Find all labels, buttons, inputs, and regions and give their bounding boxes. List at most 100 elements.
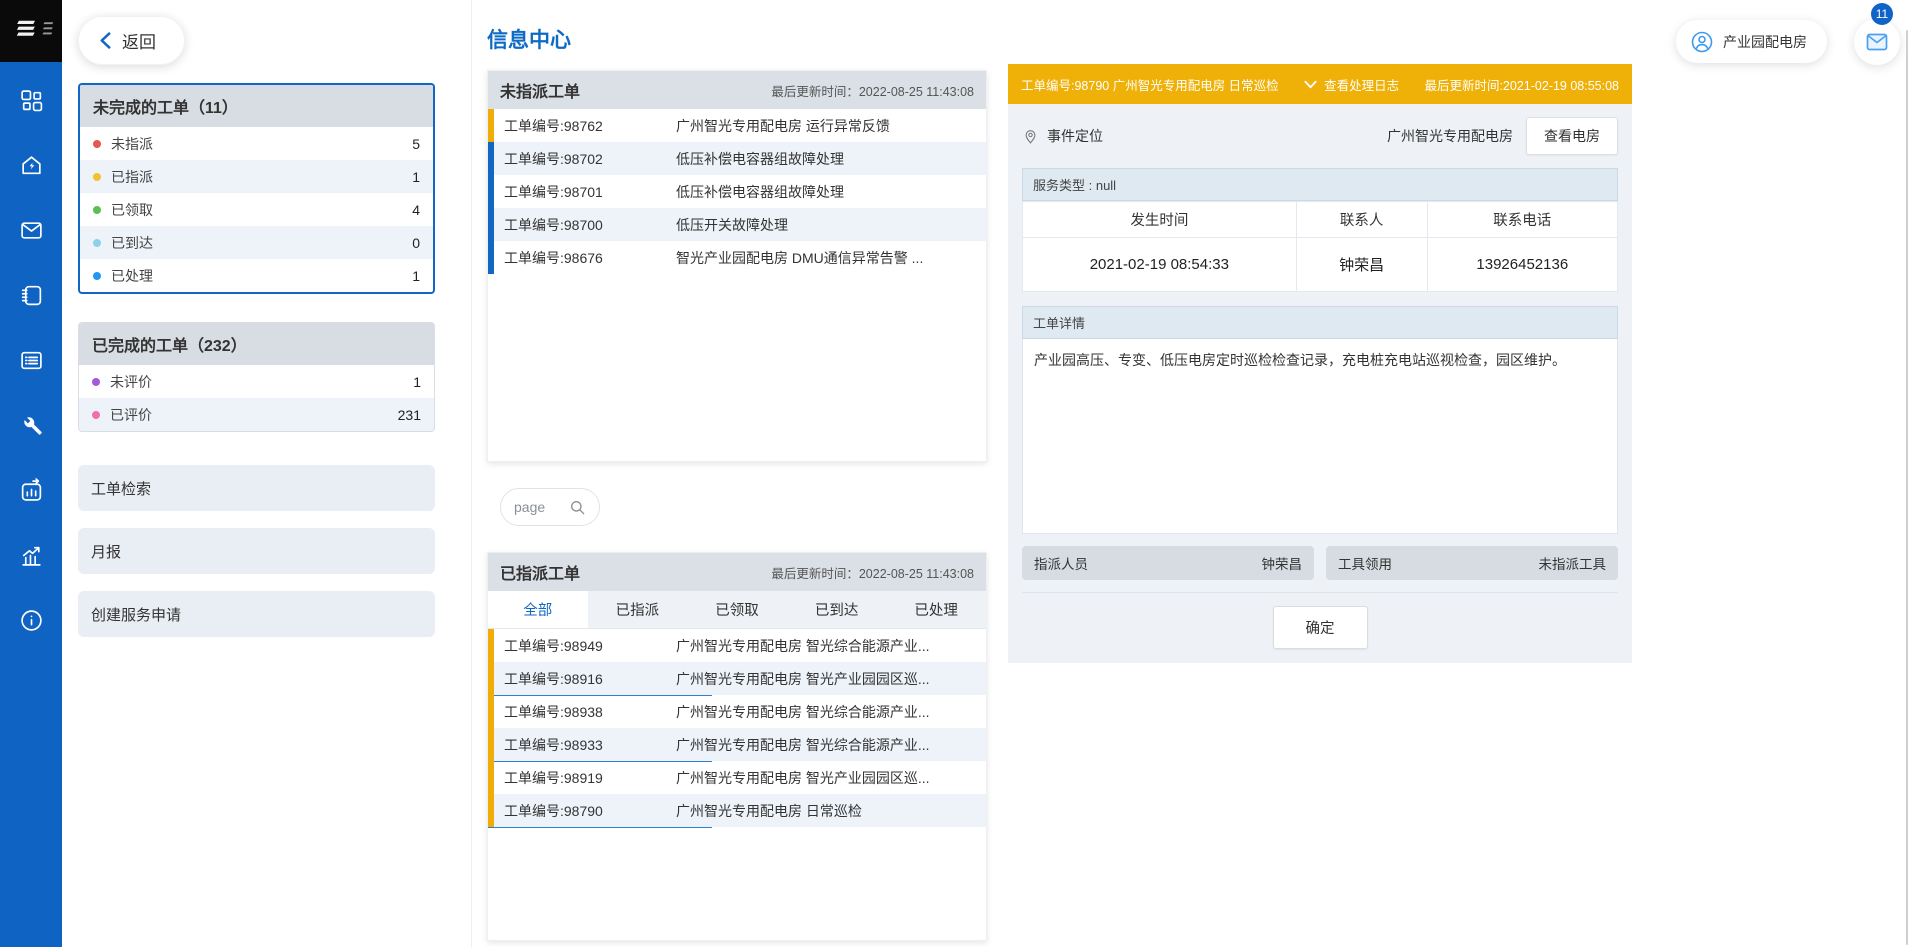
order-number: 工单编号:98701 xyxy=(504,182,676,202)
work-order-row[interactable]: 工单编号:98701 低压补偿电容器组故障处理 xyxy=(488,175,986,208)
order-description: 广州智光专用配电房 运行异常反馈 xyxy=(676,116,980,136)
finished-orders-list: 未评价 1 已评价 231 xyxy=(79,365,434,431)
priority-bar xyxy=(488,695,494,728)
unassigned-panel-header: 未指派工单 最后更新时间：2022-08-25 11:43:08 xyxy=(488,71,986,109)
order-description: 智光产业园配电房 DMU通信异常告警 ... xyxy=(676,248,980,268)
column-header-phone: 联系电话 xyxy=(1427,202,1617,238)
monthly-report-button[interactable]: 月报 xyxy=(78,528,435,574)
report-chart-icon[interactable] xyxy=(19,478,44,508)
event-location-label: 事件定位 xyxy=(1047,126,1103,146)
updated-value: 2022-08-25 11:43:08 xyxy=(859,85,974,99)
back-button[interactable]: 返回 xyxy=(78,16,185,65)
tab-processed[interactable]: 已处理 xyxy=(886,591,986,628)
order-number: 工单编号:98762 xyxy=(504,116,676,136)
tab-arrived[interactable]: 已到达 xyxy=(787,591,887,628)
envelope-icon xyxy=(1865,30,1889,54)
stat-row-arrived[interactable]: 已到达 0 xyxy=(80,226,433,259)
tools-pill: 工具领用 未指派工具 xyxy=(1326,546,1618,580)
tab-all[interactable]: 全部 xyxy=(488,591,588,628)
log-link-label: 查看处理日志 xyxy=(1324,75,1399,94)
column-header-contact: 联系人 xyxy=(1296,202,1427,238)
order-search-button[interactable]: 工单检索 xyxy=(78,465,435,511)
contact-phone-value: 13926452136 xyxy=(1427,238,1617,292)
stat-row-assigned[interactable]: 已指派 1 xyxy=(80,160,433,193)
order-detail-header: 工单编号:98790 广州智光专用配电房 日常巡检 查看处理日志 最后更新时间:… xyxy=(1008,64,1632,104)
unread-count-badge: 11 xyxy=(1871,3,1893,25)
work-order-row[interactable]: 工单编号:98762 广州智光专用配电房 运行异常反馈 xyxy=(488,109,986,142)
order-description: 广州智光专用配电房 智光综合能源产业... xyxy=(676,636,980,656)
confirm-row: 确定 xyxy=(1022,592,1618,649)
order-description: 广州智光专用配电房 智光综合能源产业... xyxy=(676,702,980,722)
event-location-value: 广州智光专用配电房 xyxy=(1387,126,1513,146)
status-dot xyxy=(93,239,101,247)
updated-label: 最后更新时间： xyxy=(771,567,859,581)
messages-button[interactable] xyxy=(1854,19,1900,65)
status-dot xyxy=(92,378,100,386)
order-description: 低压补偿电容器组故障处理 xyxy=(676,149,980,169)
tab-assigned[interactable]: 已指派 xyxy=(588,591,688,628)
confirm-button[interactable]: 确定 xyxy=(1273,606,1368,649)
action-label: 工单检索 xyxy=(91,478,151,499)
work-order-row[interactable]: 工单编号:98938 广州智光专用配电房 智光综合能源产业... xyxy=(488,695,986,728)
page-title: 信息中心 xyxy=(487,24,988,54)
assigned-panel-title: 已指派工单 xyxy=(500,560,580,584)
search-placeholder: page xyxy=(514,499,545,515)
home-energy-icon[interactable] xyxy=(19,153,44,183)
assigned-orders-list: 工单编号:98949 广州智光专用配电房 智光综合能源产业... 工单编号:98… xyxy=(488,629,986,940)
task-list-icon[interactable] xyxy=(19,348,44,378)
stat-row-unassigned[interactable]: 未指派 5 xyxy=(80,127,433,160)
stat-label: 已领取 xyxy=(111,200,153,220)
stat-count: 1 xyxy=(412,268,420,284)
location-pin-icon xyxy=(1022,128,1039,145)
order-description: 广州智光专用配电房 智光综合能源产业... xyxy=(676,735,980,755)
stat-row-claimed[interactable]: 已领取 4 xyxy=(80,193,433,226)
contact-name-value: 钟荣昌 xyxy=(1296,238,1427,292)
info-icon[interactable] xyxy=(19,608,44,638)
vertical-scrollbar[interactable] xyxy=(1906,30,1908,945)
order-description: 低压开关故障处理 xyxy=(676,215,980,235)
order-detail-body: 事件定位 广州智光专用配电房 查看电房 服务类型 : null 发生时间 联系人… xyxy=(1008,104,1632,663)
work-order-row-selected[interactable]: 工单编号:98790 广州智光专用配电房 日常巡检 xyxy=(488,794,986,827)
order-number: 工单编号:98702 xyxy=(504,149,676,169)
stat-label: 已到达 xyxy=(111,233,153,253)
assignment-info-row: 指派人员 钟荣昌 工具领用 未指派工具 xyxy=(1022,546,1618,580)
zhiguang-logo-icon xyxy=(9,9,53,53)
status-dot xyxy=(93,206,101,214)
work-order-row[interactable]: 工单编号:98676 智光产业园配电房 DMU通信异常告警 ... xyxy=(488,241,986,274)
stat-label: 已评价 xyxy=(110,405,152,425)
unassigned-orders-panel: 未指派工单 最后更新时间：2022-08-25 11:43:08 工单编号:98… xyxy=(487,70,987,462)
back-button-label: 返回 xyxy=(122,28,156,53)
stat-row-unrated[interactable]: 未评价 1 xyxy=(79,365,434,398)
priority-bar xyxy=(488,662,494,695)
work-order-row[interactable]: 工单编号:98702 低压补偿电容器组故障处理 xyxy=(488,142,986,175)
work-order-row[interactable]: 工单编号:98916 广州智光专用配电房 智光产业园园区巡... xyxy=(488,662,986,695)
work-order-row[interactable]: 工单编号:98700 低压开关故障处理 xyxy=(488,208,986,241)
work-order-row[interactable]: 工单编号:98933 广州智光专用配电房 智光综合能源产业... xyxy=(488,728,986,761)
left-sidebar-panel: 返回 未完成的工单（11） 未指派 5 已指派 1 已领取 4 已到达 xyxy=(62,0,472,947)
user-account-button[interactable]: 产业园配电房 xyxy=(1676,20,1827,63)
work-order-row[interactable]: 工单编号:98949 广州智光专用配电房 智光综合能源产业... xyxy=(488,629,986,662)
apps-icon[interactable] xyxy=(19,88,44,118)
stat-row-rated[interactable]: 已评价 231 xyxy=(79,398,434,431)
stat-count: 4 xyxy=(412,202,420,218)
assigned-orders-panel: 已指派工单 最后更新时间：2022-08-25 11:43:08 全部 已指派 … xyxy=(487,552,987,941)
stat-row-processed[interactable]: 已处理 1 xyxy=(80,259,433,292)
notebook-icon[interactable] xyxy=(19,283,44,313)
order-number: 工单编号:98790 xyxy=(504,801,676,821)
wrench-icon[interactable] xyxy=(19,413,44,443)
column-header-time: 发生时间 xyxy=(1023,202,1297,238)
work-order-row[interactable]: 工单编号:98919 广州智光专用配电房 智光产业园园区巡... xyxy=(488,761,986,794)
order-number: 工单编号:98919 xyxy=(504,768,676,788)
view-power-room-button[interactable]: 查看电房 xyxy=(1526,117,1618,155)
priority-bar xyxy=(488,728,494,761)
tab-claimed[interactable]: 已领取 xyxy=(687,591,787,628)
action-label: 月报 xyxy=(91,541,121,562)
assigned-panel-header: 已指派工单 最后更新时间：2022-08-25 11:43:08 xyxy=(488,553,986,591)
mail-icon[interactable] xyxy=(19,218,44,248)
create-service-request-button[interactable]: 创建服务申请 xyxy=(78,591,435,637)
trend-chart-icon[interactable] xyxy=(19,543,44,573)
priority-bar xyxy=(488,629,494,662)
tools-label: 工具领用 xyxy=(1338,553,1392,573)
page-search-input[interactable]: page xyxy=(500,488,600,526)
view-process-log-link[interactable]: 查看处理日志 xyxy=(1304,75,1399,94)
